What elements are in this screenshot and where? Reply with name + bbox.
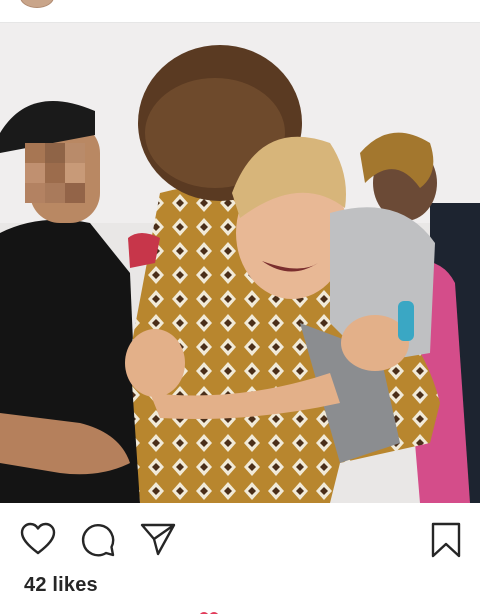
caption-preview <box>0 606 480 614</box>
send-icon <box>140 523 176 556</box>
bookmark-icon <box>431 522 461 558</box>
save-button[interactable] <box>426 520 466 560</box>
post-photo[interactable] <box>0 23 480 503</box>
share-button[interactable] <box>138 520 178 560</box>
likes-count[interactable]: 42 likes <box>24 574 98 597</box>
comment-button[interactable] <box>78 520 118 560</box>
heart-icon <box>20 522 56 555</box>
post-actions <box>0 504 480 568</box>
post-header <box>0 0 480 23</box>
avatar[interactable] <box>20 0 54 8</box>
like-button[interactable] <box>18 520 58 560</box>
comment-icon <box>81 524 115 557</box>
photo-image <box>0 23 480 503</box>
